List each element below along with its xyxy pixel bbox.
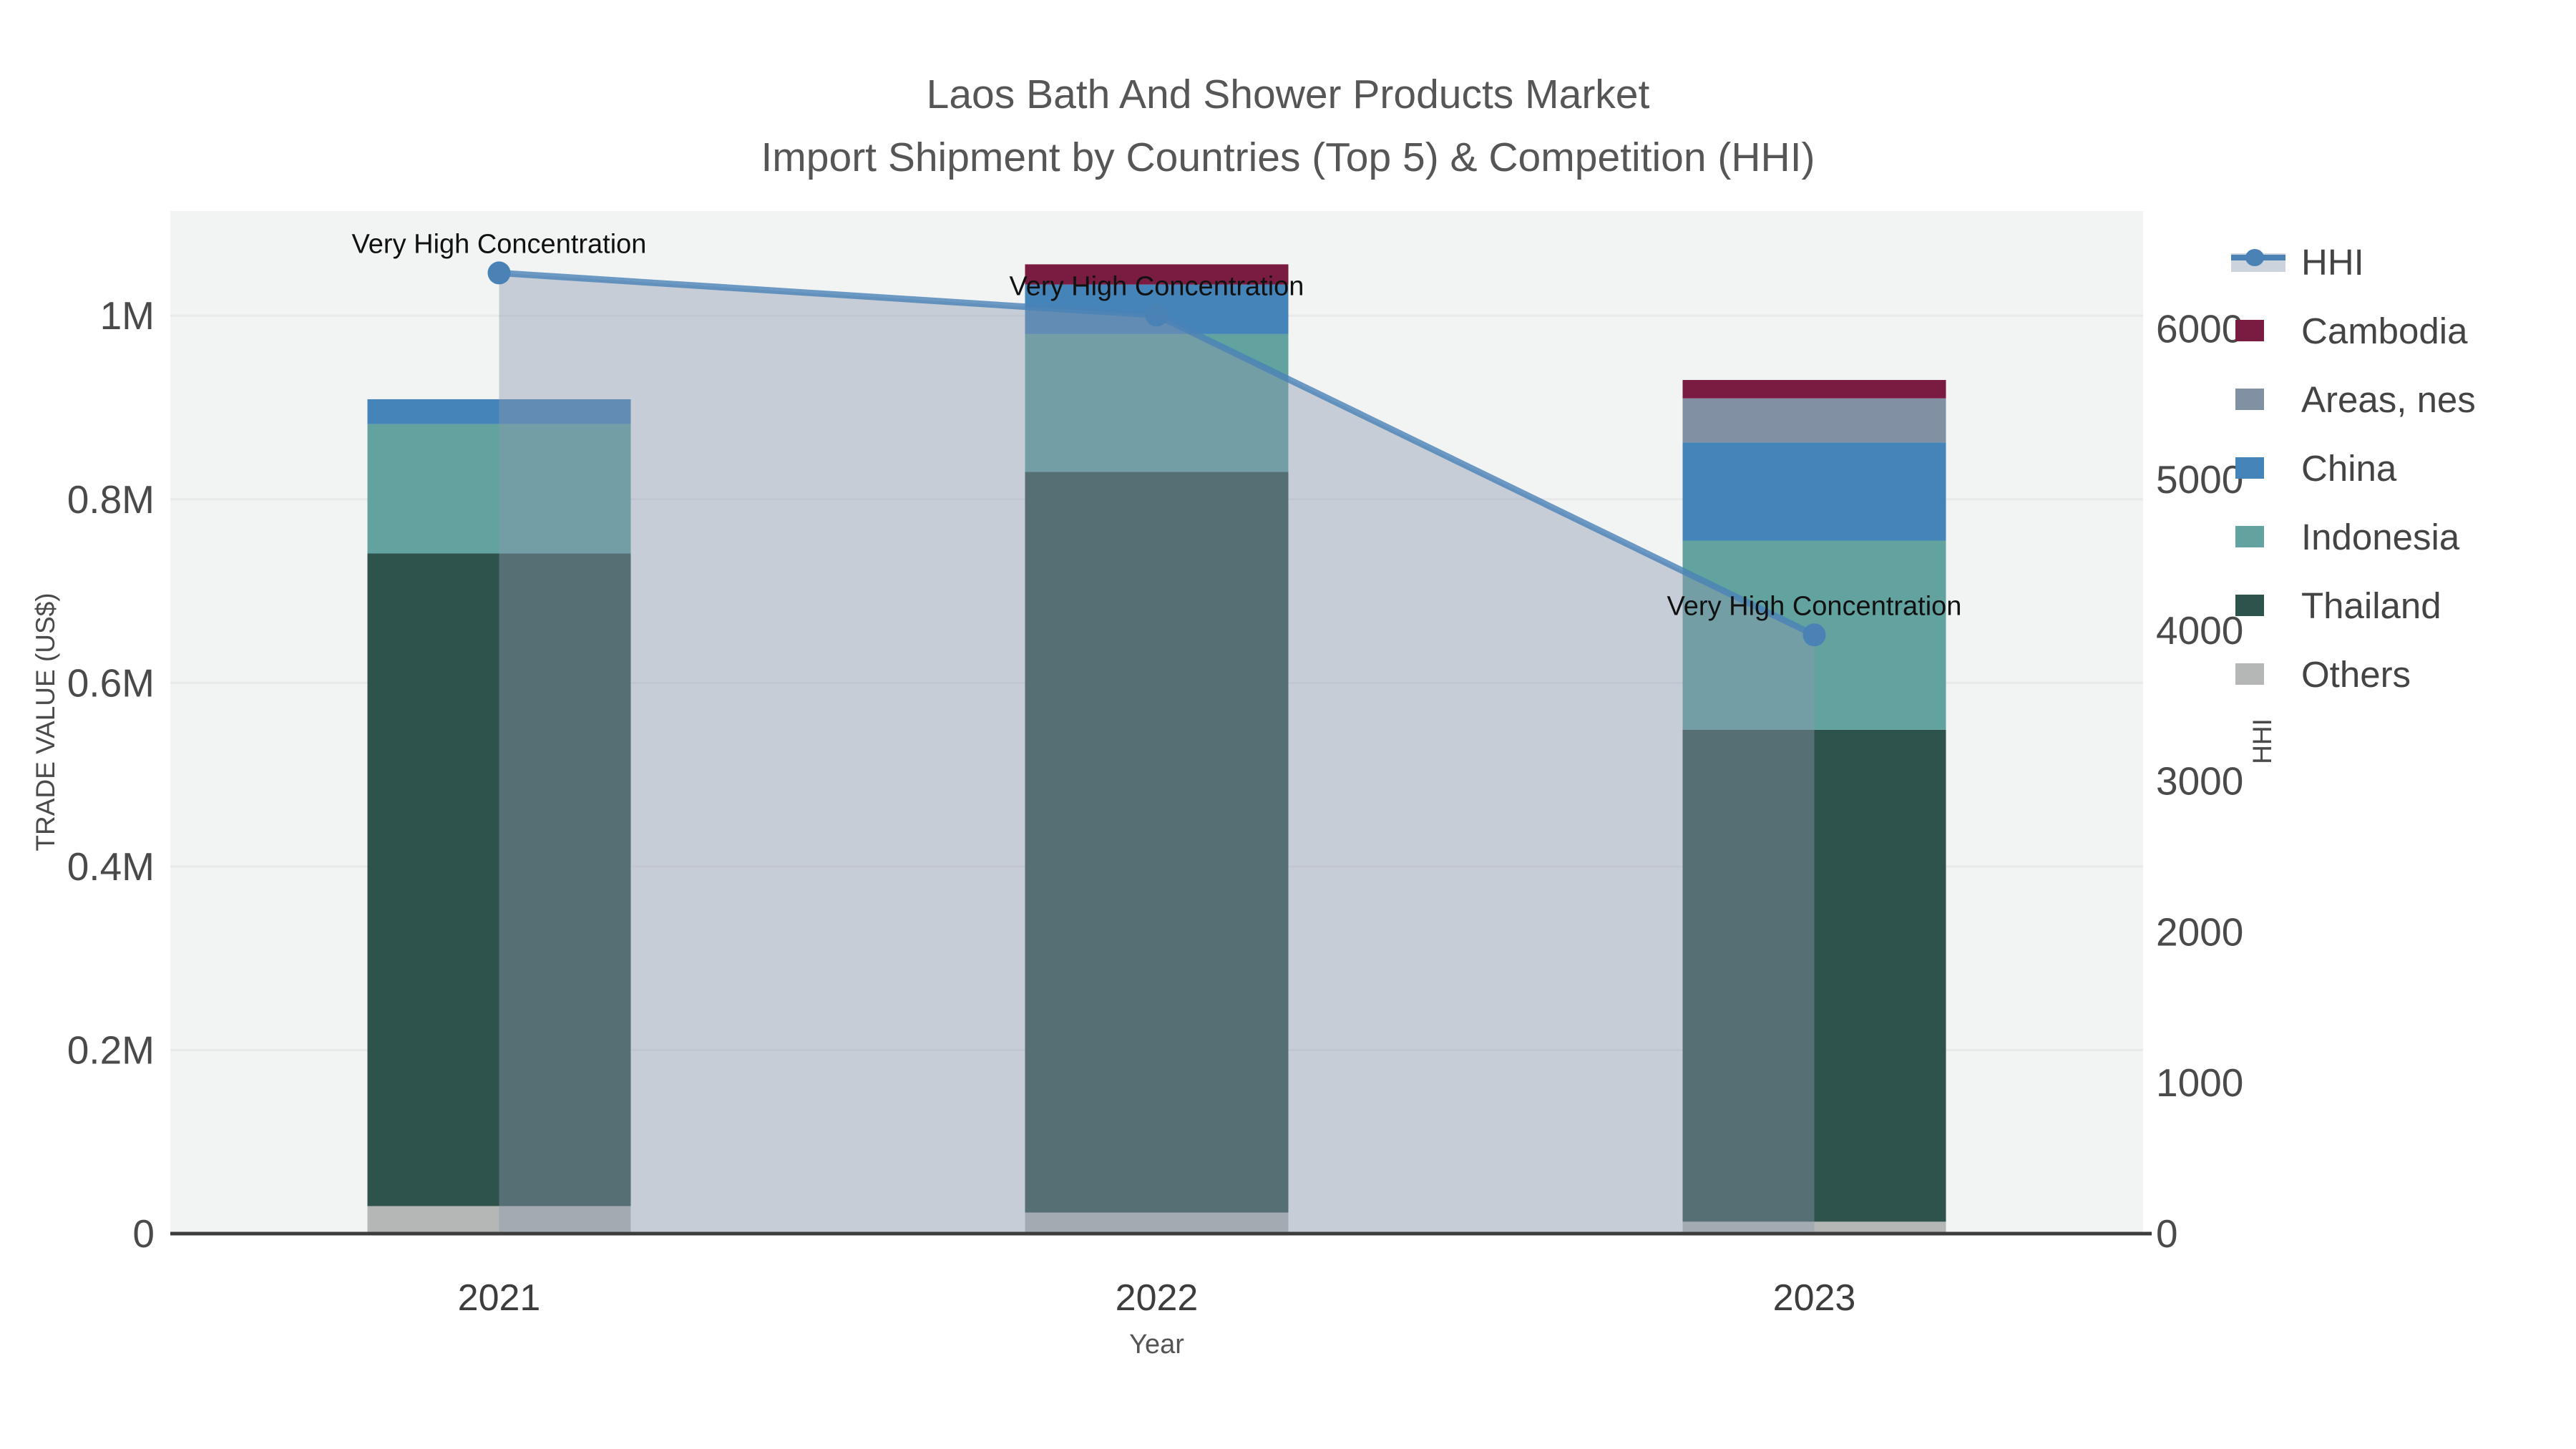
legend-label: China [2301, 447, 2397, 489]
right-tick-label: 3000 [2156, 759, 2243, 804]
legend-label: Indonesia [2301, 516, 2460, 557]
legend-label: Areas, nes [2301, 379, 2476, 420]
left-tick-label: 0.4M [67, 844, 155, 889]
legend-label: HHI [2301, 241, 2364, 283]
right-tick-label: 1000 [2156, 1060, 2243, 1105]
hhi-marker-2023[interactable] [1802, 623, 1826, 647]
legend-swatch [2235, 663, 2264, 685]
right-tick-label: 2000 [2156, 909, 2243, 954]
annotation-2021: Very High Concentration [352, 229, 647, 259]
legend-swatch [2235, 595, 2264, 616]
legend-color-swatch-icon [2231, 385, 2285, 414]
left-tick-label: 0.8M [67, 477, 155, 522]
bar-segment-china-2023 [1682, 442, 1946, 541]
legend-label: Thailand [2301, 585, 2441, 626]
legend-item-others[interactable]: Others [2231, 640, 2476, 708]
x-tick-label-2023: 2023 [1773, 1277, 1856, 1319]
legend-item-thailand[interactable]: Thailand [2231, 571, 2476, 640]
annotation-2023: Very High Concentration [1667, 591, 1962, 621]
legend-item-hhi[interactable]: HHI [2231, 228, 2476, 296]
x-tick-label-2022: 2022 [1116, 1277, 1199, 1319]
legend-item-areas-nes[interactable]: Areas, nes [2231, 365, 2476, 434]
legend-label: Cambodia [2301, 310, 2468, 351]
right-tick-label: 4000 [2156, 608, 2243, 653]
legend-color-swatch-icon [2231, 454, 2285, 482]
legend-color-swatch-icon [2231, 591, 2285, 620]
legend-swatch [2235, 320, 2264, 341]
right-tick-label: 6000 [2156, 306, 2243, 351]
left-tick-label: 0.2M [67, 1028, 155, 1072]
left-axis-title: TRADE VALUE (US$) [31, 592, 60, 852]
legend-item-indonesia[interactable]: Indonesia [2231, 502, 2476, 571]
x-tick-label-2021: 2021 [458, 1277, 541, 1319]
legend-label: Others [2301, 653, 2411, 695]
x-axis-title: Year [1129, 1330, 1184, 1360]
bar-segment-cambodia-2023 [1682, 380, 1946, 399]
legend-color-swatch-icon [2231, 660, 2285, 688]
legend-item-china[interactable]: China [2231, 434, 2476, 502]
hhi-marker-2021[interactable] [487, 261, 511, 285]
legend-item-cambodia[interactable]: Cambodia [2231, 296, 2476, 365]
chart-canvas: Very High Concentration Very High Concent… [67, 211, 2243, 1319]
legend: HHI Cambodia Areas, nes China Indonesia Thail… [2231, 228, 2476, 708]
right-tick-label: 0 [2156, 1211, 2178, 1256]
chart-title-line1: Laos Bath And Shower Products Market [926, 72, 1650, 117]
left-tick-label: 1M [100, 293, 155, 338]
hhi-marker-2022[interactable] [1145, 303, 1169, 327]
hhi-marker-dot-icon [2245, 249, 2264, 266]
legend-color-swatch-icon [2231, 316, 2285, 345]
left-tick-label: 0 [132, 1211, 155, 1256]
legend-swatch [2235, 389, 2264, 410]
chart-title-line2: Import Shipment by Countries (Top 5) & C… [761, 135, 1815, 181]
bar-segment-areas-nes-2023 [1682, 398, 1946, 443]
left-tick-label: 0.6M [67, 660, 155, 705]
legend-swatch [2235, 526, 2264, 547]
annotation-2022: Very High Concentration [1010, 271, 1304, 301]
legend-swatch [2235, 457, 2264, 479]
legend-color-swatch-icon [2231, 522, 2285, 551]
chart-figure: Very High Concentration Very High Concent… [0, 0, 2576, 1449]
chart-title: Laos Bath And Shower Products Market Imp… [0, 63, 2576, 190]
right-tick-label: 5000 [2156, 457, 2243, 502]
legend-line-marker-icon [2231, 248, 2285, 276]
